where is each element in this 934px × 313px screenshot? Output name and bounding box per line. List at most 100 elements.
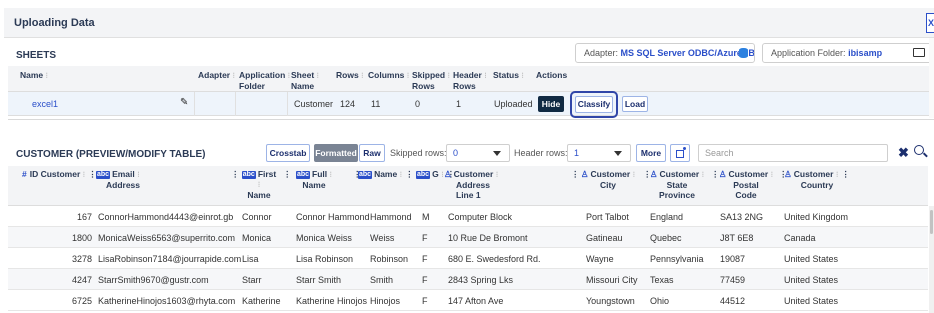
- header-rows-label: Header rows:: [514, 148, 568, 158]
- cell-full-name: Monica Weiss: [296, 233, 352, 243]
- cell-id: 6725: [71, 296, 92, 306]
- chevron-down-icon: [493, 151, 501, 156]
- cell-city: Wayne: [586, 254, 614, 264]
- col-header-id-customer[interactable]: # ID Customer ⁝ ⋮: [22, 169, 97, 180]
- sheet-name-link[interactable]: excel1: [32, 99, 58, 109]
- table-row[interactable]: 167 ConnorHammond4443@einrot.gb Connor C…: [8, 206, 928, 227]
- clear-icon[interactable]: ✖: [898, 146, 909, 159]
- cell-name: Smith: [370, 275, 394, 285]
- col-header-sheet-name[interactable]: Sheet ⁝ Name: [291, 70, 319, 91]
- col-header-city[interactable]: ♙ Customer ⁝ City: [580, 169, 636, 190]
- cell-email: KatherineHinojos1603@rhyta.com: [98, 296, 236, 306]
- col-header-header-rows[interactable]: Header ⁝ Rows: [453, 70, 487, 91]
- application-folder-selector[interactable]: Application Folder: ibisamp: [762, 43, 934, 63]
- crosstab-button[interactable]: Crosstab: [266, 144, 310, 162]
- cell-name: Weiss: [370, 233, 395, 243]
- skipped-rows-value: 0: [415, 99, 421, 109]
- scrollbar-thumb[interactable]: [930, 210, 933, 234]
- col-header-menu-icon[interactable]: ⋮: [568, 169, 580, 179]
- table-row[interactable]: 3278 LisaRobinson7184@jourrapide.com Lis…: [8, 248, 928, 269]
- cell-country: United States: [784, 275, 839, 285]
- cell-id: 3278: [71, 254, 92, 264]
- sheet-row[interactable]: excel1 ✎ Customer 124 11 0 1 Uploaded Hi…: [8, 91, 930, 118]
- table-row[interactable]: 6725 KatherineHinojos1603@rhyta.com Kath…: [8, 290, 928, 311]
- load-button[interactable]: Load: [622, 96, 648, 112]
- cell-city: Port Talbot: [586, 212, 629, 222]
- col-header-application-folder[interactable]: Application ⁝ Folder: [239, 70, 290, 91]
- col-header-name[interactable]: abc Name ⁝ ⋮: [358, 169, 414, 180]
- cell-postal: J8T 6E8: [720, 233, 754, 243]
- skipped-rows-select-value: 0: [453, 148, 459, 158]
- pencil-icon[interactable]: ✎: [180, 98, 190, 108]
- table-icon: [676, 150, 684, 158]
- preview-title: CUSTOMER (PREVIEW/MODIFY TABLE): [16, 149, 206, 160]
- col-header-menu-icon[interactable]: ⋮: [228, 169, 240, 179]
- status-value: Uploaded: [494, 99, 533, 109]
- raw-button[interactable]: Raw: [359, 144, 385, 162]
- rows-value: 124: [340, 99, 356, 109]
- col-header-country[interactable]: ♙ Customer ⁝ ⋮ Country: [784, 169, 850, 190]
- dialog-titlebar: Uploading Data X: [4, 8, 934, 38]
- preview-grid-header: # ID Customer ⁝ ⋮ abc Email ⁝ Address ⋮ abc F…: [8, 166, 928, 206]
- col-header-email[interactable]: abc Email ⁝ Address: [96, 169, 140, 190]
- col-header-rows[interactable]: Rows ⁝: [336, 70, 364, 81]
- col-header-columns[interactable]: Columns ⁝: [368, 70, 409, 81]
- cell-address: 680 E. Swedesford Rd.: [448, 254, 541, 264]
- col-header-status[interactable]: Status ⁝: [493, 70, 524, 81]
- add-column-button[interactable]: [670, 144, 690, 162]
- col-header-postal-code[interactable]: ♙ Customer ⁝ Postal Code: [716, 169, 776, 200]
- folder-icon[interactable]: [913, 48, 925, 57]
- close-button[interactable]: X: [926, 13, 934, 33]
- header-rows-select[interactable]: 1: [567, 144, 631, 162]
- cell-first-name: Lisa: [242, 254, 259, 264]
- col-header-state-province[interactable]: ♙ Customer ⁝ State Province: [648, 169, 706, 200]
- cell-g: M: [422, 212, 430, 222]
- cell-first-name: Katherine: [242, 296, 281, 306]
- col-header-first-name[interactable]: abc First ⁝ Name: [240, 169, 278, 200]
- col-header-name[interactable]: Name ⁝: [20, 70, 48, 81]
- cell-state: Quebec: [650, 233, 682, 243]
- formatted-button[interactable]: Formatted: [314, 144, 358, 162]
- cell-email: MonicaWeiss6563@superrito.com: [98, 233, 236, 243]
- col-header-address-line-1[interactable]: ♙ Customer ⁝ Address Line 1: [444, 169, 524, 200]
- plus-dot-icon: [683, 147, 686, 150]
- cell-g: F: [422, 233, 428, 243]
- dialog-title: Uploading Data: [14, 17, 95, 29]
- search-icon[interactable]: [914, 145, 924, 155]
- cell-postal: 77459: [720, 275, 746, 285]
- col-header-menu-icon[interactable]: ⋮: [280, 169, 292, 179]
- classify-highlight: Classify: [570, 91, 618, 118]
- header-rows-value: 1: [456, 99, 462, 109]
- col-header-skipped-rows[interactable]: Skipped ⁝ Rows: [412, 70, 450, 91]
- cell-country: Canada: [784, 233, 816, 243]
- cell-state: Ohio: [650, 296, 670, 306]
- more-button[interactable]: More: [636, 144, 666, 162]
- cell-g: F: [422, 296, 428, 306]
- grid-scrollbar[interactable]: [929, 206, 934, 313]
- skipped-rows-select[interactable]: 0: [446, 144, 510, 162]
- cell-address: 10 Rue De Bromont: [448, 233, 528, 243]
- sheet-name-value: Customer: [294, 99, 334, 109]
- search-input[interactable]: Search: [698, 144, 888, 162]
- cell-email: ConnorHammond4443@einrot.gb: [98, 212, 234, 222]
- cell-country: United States: [784, 296, 839, 306]
- table-row[interactable]: 1800 MonicaWeiss6563@superrito.com Monic…: [8, 227, 928, 248]
- sheets-scrollbar[interactable]: [929, 38, 934, 118]
- adapter-selector[interactable]: Adapter: MS SQL Server ODBC/AzureDB -...: [575, 43, 755, 63]
- cell-state: Pennsylvania: [650, 254, 704, 264]
- col-header-full-name[interactable]: abc Full ⁝ Name: [292, 169, 336, 190]
- cell-address: 147 Afton Ave: [448, 296, 504, 306]
- col-header-adapter[interactable]: Adapter ⁝: [198, 70, 235, 81]
- cell-g: F: [422, 275, 428, 285]
- app-folder-value: ibisamp: [848, 48, 883, 58]
- hide-button[interactable]: Hide: [538, 96, 564, 112]
- sheets-title: SHEETS: [16, 50, 57, 61]
- table-row[interactable]: 4247 StarrSmith9670@gustr.com Starr Star…: [8, 269, 928, 290]
- cell-state: England: [650, 212, 684, 222]
- cell-full-name: Connor Hammond: [296, 212, 370, 222]
- cell-state: Texas: [650, 275, 674, 285]
- cell-name: Hammond: [370, 212, 412, 222]
- classify-button[interactable]: Classify: [575, 96, 613, 113]
- preview-grid-body: 167 ConnorHammond4443@einrot.gb Connor C…: [8, 206, 928, 313]
- cell-postal: SA13 2NG: [720, 212, 764, 222]
